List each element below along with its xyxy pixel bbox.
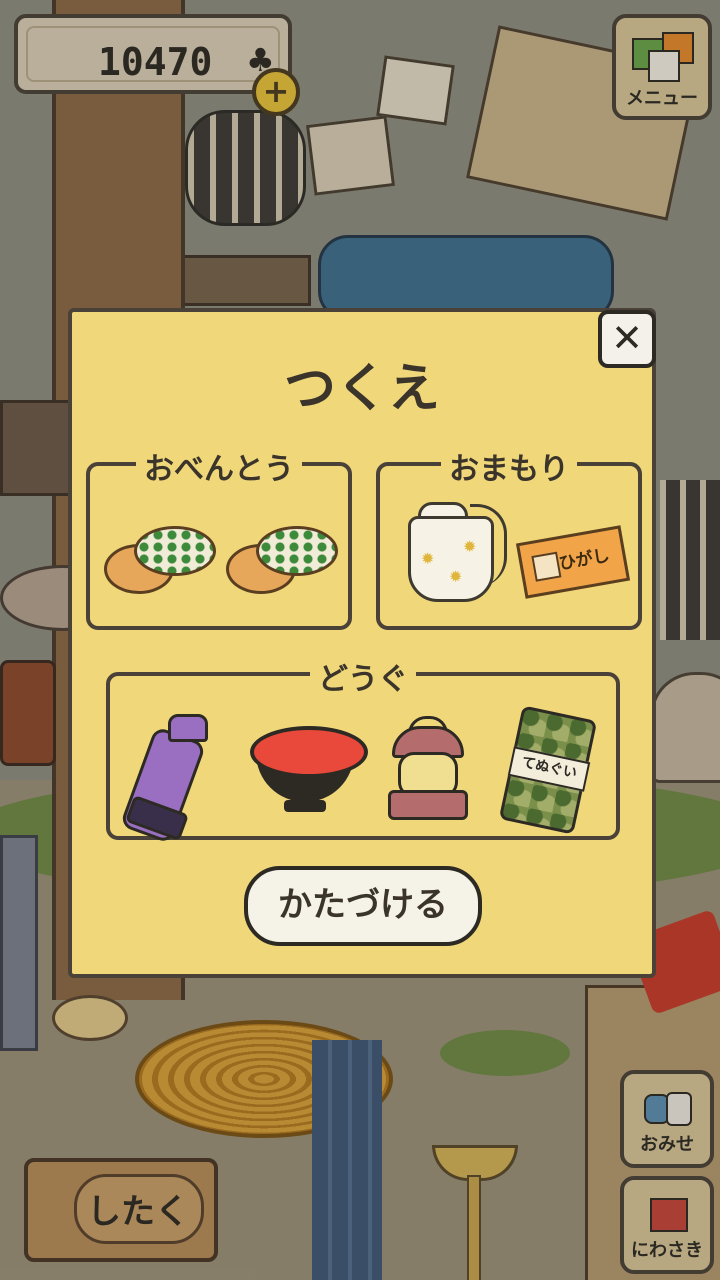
cleanup-button[interactable]: かたづける <box>244 866 482 946</box>
bento-item[interactable] <box>104 524 216 594</box>
tools-slot[interactable]: どうぐ てぬぐい <box>106 654 620 845</box>
bowl-item[interactable] <box>250 726 368 816</box>
bento-label: おべんとう <box>136 444 302 488</box>
lantern-item[interactable] <box>378 716 474 820</box>
close-button[interactable]: ✕ <box>598 310 656 368</box>
omamori-label: おまもり <box>441 444 577 488</box>
ticket-item[interactable]: ひがし <box>515 525 631 599</box>
water-bottle-item[interactable] <box>119 712 228 845</box>
modal-title: つくえ <box>283 359 440 419</box>
ticket-text: ひがし <box>557 545 612 575</box>
bento-item[interactable] <box>226 524 338 594</box>
tools-label: どうぐ <box>310 654 416 698</box>
towel-roll-item[interactable]: てぬぐい <box>498 705 600 835</box>
drawstring-pouch-item[interactable]: ✹ ✹ ✹ <box>396 496 508 606</box>
omamori-slot[interactable]: おまもり ✹ ✹ ✹ ひがし <box>376 444 642 630</box>
bento-slot[interactable]: おべんとう <box>86 444 352 630</box>
